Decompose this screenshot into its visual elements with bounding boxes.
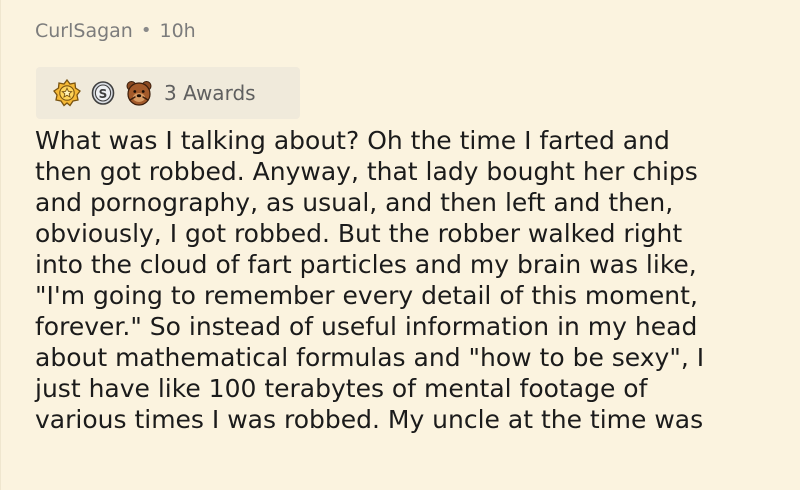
comment-body-line: forever." So instead of useful informati… — [35, 312, 698, 341]
author-username[interactable]: CurlSagan — [35, 18, 133, 44]
comment-body-line: about mathematical formulas and "how to … — [35, 343, 705, 372]
comment-body-line: various times I was robbed. My uncle at … — [35, 405, 704, 434]
comment-body-line: just have like 100 terabytes of mental f… — [35, 374, 648, 403]
comment-body: What was I talking about? Oh the time I … — [35, 125, 785, 435]
comment-body-line: "I'm going to remember every detail of t… — [35, 281, 698, 310]
svg-text:S: S — [99, 87, 108, 101]
comment-body-line: into the cloud of fart particles and my … — [35, 250, 697, 279]
comment-timestamp[interactable]: 10h — [159, 18, 195, 44]
bear-face-award-icon — [124, 78, 154, 108]
silver-s-coin-award-icon: S — [88, 78, 118, 108]
comment-body-line: What was I talking about? Oh the time I … — [35, 126, 670, 155]
gold-star-award-icon — [52, 78, 82, 108]
comment-card: CurlSagan • 10h S 3 Awards What was I ta… — [0, 0, 800, 490]
comment-meta: CurlSagan • 10h — [35, 18, 196, 44]
comment-body-line: obviously, I got robbed. But the robber … — [35, 219, 683, 248]
awards-count-label: 3 Awards — [164, 81, 256, 105]
comment-body-line: and pornography, as usual, and then left… — [35, 188, 674, 217]
awards-bar[interactable]: S 3 Awards — [36, 67, 300, 119]
meta-separator: • — [140, 20, 152, 41]
comment-body-line: then got robbed. Anyway, that lady bough… — [35, 157, 698, 186]
